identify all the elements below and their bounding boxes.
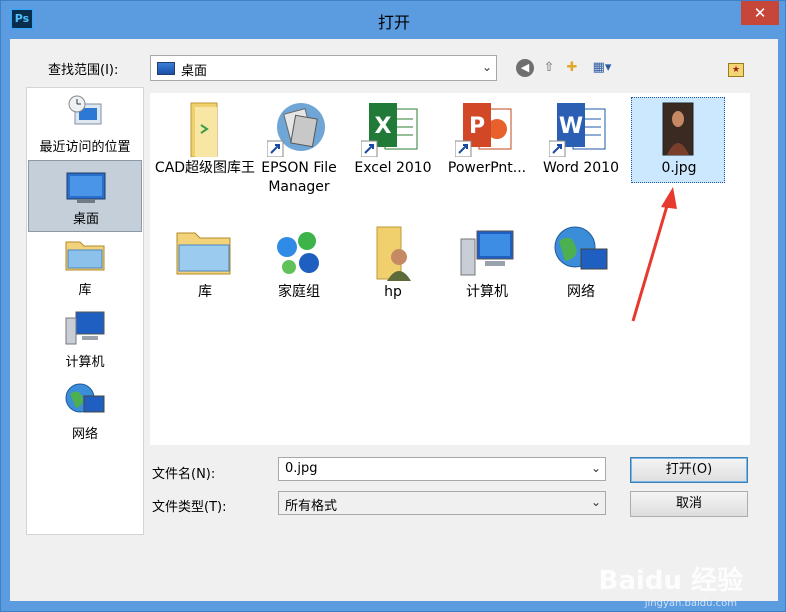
network-icon bbox=[65, 383, 105, 413]
favorite-folder-icon[interactable]: ★ bbox=[728, 63, 744, 77]
file-item-powerpoint[interactable]: P PowerPnt... bbox=[442, 93, 532, 213]
file-label: EPSON File Manager bbox=[261, 160, 337, 195]
libraries-icon bbox=[65, 241, 105, 271]
baidu-watermark-url: jingyan.baidu.com bbox=[644, 598, 737, 609]
view-menu-icon[interactable]: ▦▾ bbox=[588, 59, 616, 77]
filename-label: 文件名(N): bbox=[152, 467, 216, 482]
file-label: 家庭组 bbox=[278, 284, 320, 300]
look-in-dropdown[interactable]: 桌面 ⌄ bbox=[150, 55, 497, 81]
file-list: CAD超级图库王 EPSON File Manager X Excel 2010… bbox=[150, 93, 750, 445]
computer-icon bbox=[65, 311, 105, 345]
chevron-down-icon[interactable]: ⌄ bbox=[591, 461, 601, 475]
epson-shortcut-icon bbox=[267, 103, 325, 157]
user-folder-icon bbox=[376, 226, 411, 281]
file-item-word[interactable]: W Word 2010 bbox=[536, 93, 626, 213]
place-computer[interactable]: 计算机 bbox=[28, 306, 142, 378]
back-icon[interactable]: ◀ bbox=[516, 59, 534, 77]
place-network[interactable]: 网络 bbox=[28, 378, 142, 450]
libraries-folder-icon bbox=[176, 232, 231, 275]
file-label: 库 bbox=[198, 284, 212, 300]
baidu-watermark: Baidu 经验 bbox=[598, 566, 743, 596]
file-item-cad[interactable]: CAD超级图库王 bbox=[155, 93, 255, 213]
filename-value: 0.jpg bbox=[285, 461, 318, 476]
look-in-value: 桌面 bbox=[181, 64, 208, 79]
network-icon bbox=[554, 226, 608, 270]
file-item-homegroup[interactable]: 家庭组 bbox=[254, 217, 344, 337]
homegroup-icon bbox=[277, 232, 319, 274]
computer-icon bbox=[460, 230, 514, 276]
file-item-0jpg[interactable]: 0.jpg bbox=[631, 93, 725, 213]
new-folder-icon[interactable]: ✚ bbox=[563, 59, 581, 77]
places-bar: 最近访问的位置 桌面 库 计算机 网络 bbox=[26, 87, 144, 535]
filename-input[interactable]: 0.jpg ⌄ bbox=[278, 457, 606, 481]
svg-text:P: P bbox=[469, 114, 485, 139]
word-icon: W bbox=[549, 103, 606, 157]
open-dialog-window: Ps 打开 ✕ 查找范围(I): 桌面 ⌄ ◀ ⇧ ✚ ▦▾ ★ 最近访问的位置… bbox=[0, 0, 786, 612]
file-label: Excel 2010 bbox=[354, 160, 432, 176]
place-libraries[interactable]: 库 bbox=[28, 234, 142, 306]
dialog-title: 打开 bbox=[377, 13, 410, 32]
place-label: 网络 bbox=[71, 427, 98, 442]
recent-places-icon bbox=[68, 95, 102, 125]
place-label: 计算机 bbox=[65, 355, 105, 370]
close-button[interactable]: ✕ bbox=[741, 1, 779, 25]
file-label: PowerPnt... bbox=[447, 160, 527, 176]
desktop-icon bbox=[157, 62, 175, 75]
file-label: 网络 bbox=[567, 284, 595, 300]
file-label: 0.jpg bbox=[661, 160, 697, 176]
open-button[interactable]: 打开(O) bbox=[630, 457, 748, 483]
desktop-icon bbox=[66, 172, 106, 203]
svg-text:W: W bbox=[559, 114, 583, 139]
file-item-hp[interactable]: hp bbox=[348, 217, 438, 337]
file-item-computer[interactable]: 计算机 bbox=[442, 217, 532, 337]
place-recent[interactable]: 最近访问的位置 bbox=[28, 92, 142, 164]
place-label: 最近访问的位置 bbox=[39, 140, 131, 155]
image-thumbnail-icon bbox=[662, 102, 694, 156]
file-item-network[interactable]: 网络 bbox=[536, 217, 626, 337]
excel-icon: X bbox=[361, 103, 418, 157]
dialog-body: 查找范围(I): 桌面 ⌄ ◀ ⇧ ✚ ▦▾ ★ 最近访问的位置 桌面 库 计算… bbox=[10, 39, 778, 601]
title-bar[interactable]: Ps 打开 ✕ bbox=[1, 1, 786, 39]
filetype-value: 所有格式 bbox=[285, 499, 338, 514]
look-in-label: 查找范围(I): bbox=[48, 63, 119, 78]
file-item-epson[interactable]: EPSON File Manager bbox=[254, 93, 344, 213]
file-label: Word 2010 bbox=[542, 160, 620, 176]
folder-icon bbox=[190, 102, 218, 157]
chevron-down-icon[interactable]: ⌄ bbox=[591, 495, 601, 509]
filetype-select[interactable]: 所有格式 ⌄ bbox=[278, 491, 606, 515]
chevron-down-icon: ⌄ bbox=[481, 60, 492, 74]
file-item-excel[interactable]: X Excel 2010 bbox=[348, 93, 438, 213]
place-desktop[interactable]: 桌面 bbox=[28, 160, 142, 232]
file-label: hp bbox=[384, 284, 402, 300]
up-folder-icon[interactable]: ⇧ bbox=[540, 59, 558, 77]
file-label: 计算机 bbox=[466, 284, 508, 300]
file-label: CAD超级图库王 bbox=[154, 160, 256, 176]
file-item-libraries[interactable]: 库 bbox=[160, 217, 250, 337]
place-label: 桌面 bbox=[72, 212, 99, 227]
place-label: 库 bbox=[78, 283, 92, 298]
cancel-button[interactable]: 取消 bbox=[630, 491, 748, 517]
powerpoint-icon: P bbox=[455, 103, 512, 157]
filetype-label: 文件类型(T): bbox=[152, 500, 227, 515]
svg-text:X: X bbox=[375, 114, 392, 139]
